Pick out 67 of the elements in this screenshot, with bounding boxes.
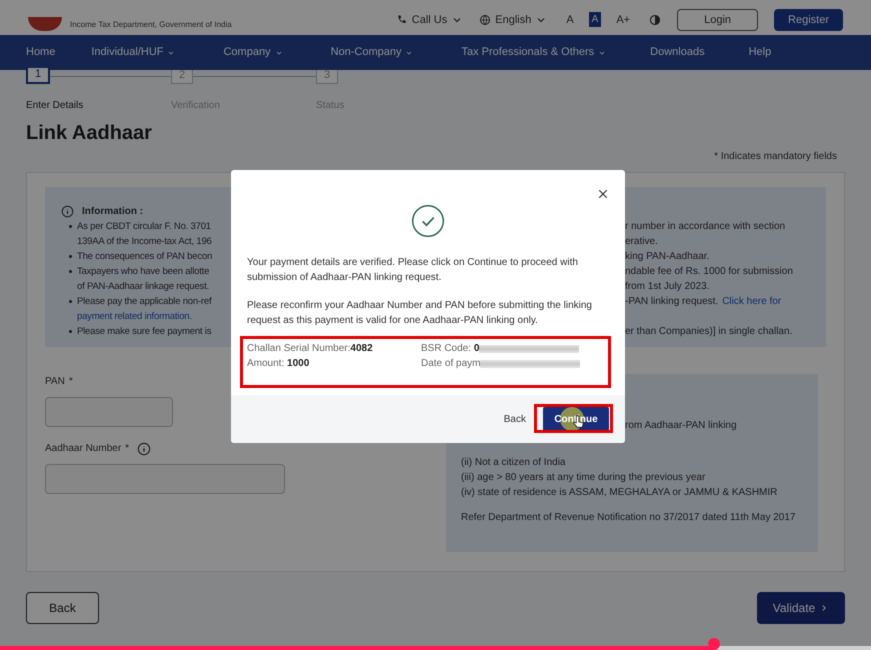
call-us-menu[interactable]: Call Us [396, 12, 464, 28]
page-title: Link Aadhaar [26, 121, 152, 146]
info-text: Please make sure fee payment is [77, 325, 212, 339]
info-text: of PAN-Aadhaar linkage request. [77, 280, 209, 294]
step-number: 1 [26, 68, 50, 84]
nav-item[interactable]: Non-Company [330, 44, 414, 61]
info-text: ndable fee of Rs. 1000 for submission [625, 265, 793, 279]
information-heading: Information : [82, 205, 144, 219]
nav-item[interactable]: Help [748, 44, 772, 61]
input-field[interactable] [45, 464, 285, 494]
nav-item[interactable]: Home [26, 44, 56, 61]
payment-detail: Date of paym [421, 357, 480, 371]
video-progress-bar[interactable] [0, 646, 871, 650]
department-name: Income Tax Department, Government of India [70, 19, 232, 31]
payment-detail: BSR Code: 0 [421, 342, 480, 356]
emblem-logo [28, 17, 62, 31]
info-text: er than Companies)] in single challan. [625, 325, 793, 339]
register-button[interactable]: Register [774, 8, 843, 31]
info-link[interactable]: Click here for [722, 294, 782, 309]
nav-item[interactable]: Downloads [650, 44, 705, 61]
dialog-message: Please reconfirm your Aadhaar Number and PAN before submitting the linking request as this payment is valid for one Aadhaar-PAN linking only. [247, 299, 593, 328]
payment-detail: Challan Serial Number:4082 [247, 342, 373, 356]
info-text: from 1st July 2023. [625, 280, 710, 294]
nav-item[interactable]: Individual/HUF [91, 44, 176, 61]
exemption-text: rom Aadhaar-PAN linking [625, 419, 738, 433]
info-text: -PAN linking request. [625, 295, 718, 309]
exemption-text: (iv) state of residence is ASSAM, MEGHALAYA or JAMMU & KASHMIR [461, 486, 778, 500]
step-number: 3 [316, 70, 338, 84]
info-text: 139AA of the Income-tax Act, 196 [77, 235, 212, 249]
step-number: 2 [171, 70, 193, 84]
info-text: erative. [625, 235, 658, 249]
font-size-button[interactable]: A [588, 12, 602, 28]
dialog-back-button[interactable]: Back [504, 412, 526, 426]
payment-detail: Amount: 1000 [247, 357, 310, 371]
input-field[interactable] [45, 397, 173, 427]
required-mark: * [125, 442, 130, 456]
validate-button[interactable]: Validate [757, 592, 845, 624]
font-size-button[interactable]: A [563, 12, 577, 28]
info-text: king PAN-Aadhaar. [625, 250, 710, 264]
info-text: As per CBDT circular F. No. 3701 [77, 220, 211, 234]
close-button[interactable] [597, 188, 609, 200]
close-icon [597, 188, 609, 200]
info-text: r number in accordance with section [625, 220, 786, 234]
nav-item[interactable]: Company [223, 44, 283, 61]
language-menu[interactable]: English [479, 12, 548, 28]
success-check-icon [411, 204, 445, 238]
login-button[interactable]: Login [677, 8, 758, 31]
dialog-message: Your payment details are verified. Please click on Continue to proceed with submission of Aadhaar-PAN linking request. [247, 256, 579, 285]
font-size-button[interactable]: A+ [613, 12, 634, 28]
info-icon [61, 205, 74, 218]
info-text: Taxpayers who have been allotte [77, 265, 210, 279]
exemption-text: (iii) age > 80 years at any time during the previous year [461, 471, 706, 485]
exemption-text: (ii) Not a citizen of India [461, 456, 566, 470]
info-link[interactable]: payment related information. [77, 309, 192, 324]
step-label: Enter Details [26, 99, 84, 113]
info-text: The consequences of PAN becon [77, 250, 212, 264]
field-label: Aadhaar Number [45, 442, 122, 456]
mandatory-note: * Indicates mandatory fields [714, 150, 837, 164]
contrast-icon [649, 14, 662, 26]
notification-note: Refer Department of Revenue Notification no 37/2017 dated 11th May 2017 [461, 511, 796, 525]
required-mark: * [68, 375, 73, 389]
nav-item[interactable]: Tax Professionals & Others [461, 44, 606, 61]
globe-icon [479, 14, 492, 26]
phone-icon [396, 14, 408, 26]
info-text: Please pay the applicable non-ref [77, 295, 212, 309]
back-button[interactable]: Back [26, 592, 99, 624]
field-label: PAN [45, 375, 65, 389]
